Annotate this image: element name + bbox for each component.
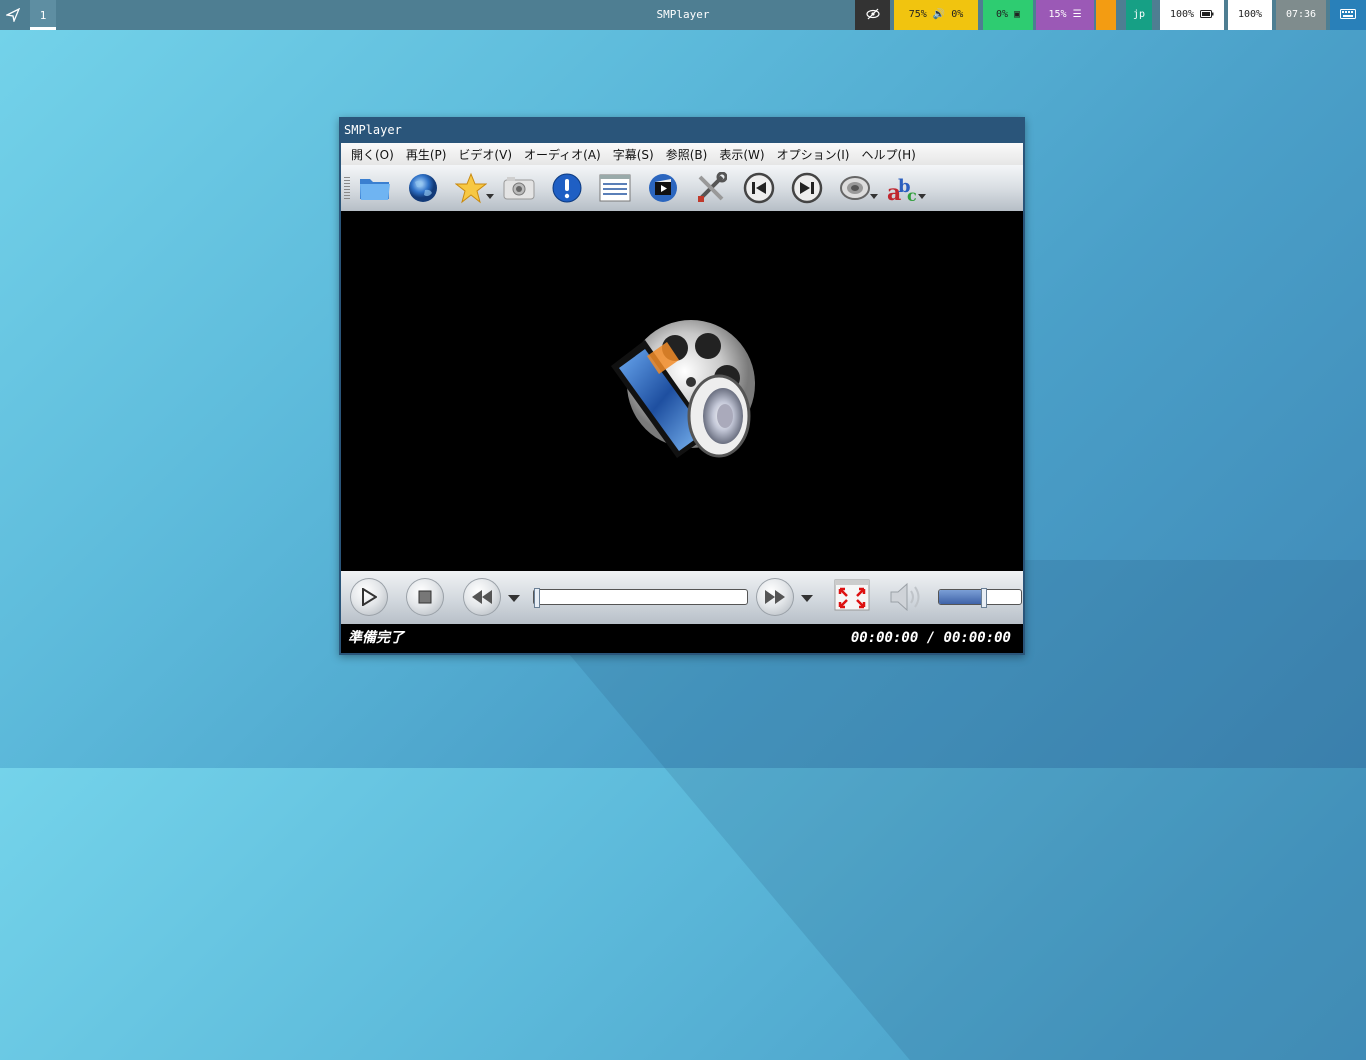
preferences-tools-icon[interactable]	[692, 169, 730, 207]
keyboard-icon	[1340, 9, 1356, 19]
forward-icon	[765, 590, 785, 604]
language-value: jp	[1132, 9, 1146, 20]
rewind-icon	[472, 590, 492, 604]
main-toolbar: a b c	[341, 165, 1023, 211]
menu-view[interactable]: 表示(W)	[719, 146, 764, 163]
battery-block[interactable]: 100%	[1160, 0, 1224, 30]
screenshot-camera-icon[interactable]	[500, 169, 538, 207]
workspace-label: 1	[39, 8, 47, 22]
menu-audio[interactable]: オーディオ(A)	[524, 146, 601, 163]
menu-open[interactable]: 開く(O)	[351, 146, 394, 163]
menu-bar: 開く(O) 再生(P) ビデオ(V) オーディオ(A) 字幕(S) 参照(B) …	[341, 143, 1023, 165]
menu-options[interactable]: オプション(I)	[777, 146, 850, 163]
volume-extra-value: 0%	[951, 9, 964, 20]
volume-handle[interactable]	[981, 588, 988, 608]
stop-button[interactable]	[406, 578, 444, 616]
top-panel: 1 SMPlayer 75% 🔊 0% 0% ▣ 15% ☰ jp 100% 1…	[0, 0, 1366, 30]
keyboard-block[interactable]	[1330, 0, 1366, 30]
open-folder-icon[interactable]	[356, 169, 394, 207]
playlist-icon[interactable]	[596, 169, 634, 207]
seek-handle[interactable]	[534, 588, 540, 608]
menu-play[interactable]: 再生(P)	[406, 146, 447, 163]
panel-window-title: SMPlayer	[656, 8, 710, 21]
clock-value: 07:36	[1285, 9, 1317, 20]
orange-block	[1096, 0, 1116, 30]
eye-off-icon	[865, 8, 880, 20]
previous-icon[interactable]	[740, 169, 778, 207]
forward-dropdown-arrow[interactable]	[801, 595, 813, 602]
privacy-block[interactable]	[855, 0, 890, 30]
info-icon[interactable]	[548, 169, 586, 207]
mplayer-log-icon[interactable]	[644, 169, 682, 207]
subtitles-abc-icon[interactable]: a b c	[884, 169, 926, 207]
svg-text:c: c	[907, 186, 917, 204]
subtitles-dropdown-arrow[interactable]	[918, 194, 926, 199]
workspace-button[interactable]: 1	[30, 0, 56, 30]
rewind-button[interactable]	[463, 578, 501, 616]
seek-bar[interactable]	[533, 588, 748, 608]
menu-subtitles[interactable]: 字幕(S)	[613, 146, 654, 163]
time-display: 00:00:00 / 00:00:00	[850, 630, 1011, 646]
audio-track-dropdown-arrow[interactable]	[870, 194, 878, 199]
forward-button[interactable]	[756, 578, 794, 616]
play-icon	[362, 588, 377, 606]
battery-icon	[1200, 10, 1214, 18]
volume-slider[interactable]	[938, 588, 1022, 608]
smplayer-window: SMPlayer 開く(O) 再生(P) ビデオ(V) オーディオ(A) 字幕(…	[339, 117, 1025, 655]
fullscreen-button[interactable]	[834, 579, 870, 611]
clock-block[interactable]: 07:36	[1276, 0, 1326, 30]
open-url-globe-icon[interactable]	[404, 169, 442, 207]
audio-track-icon[interactable]	[836, 169, 878, 207]
brightness-value: 100%	[1237, 9, 1263, 20]
speaker-icon: 🔊	[932, 9, 946, 20]
battery-value: 100%	[1169, 9, 1195, 20]
smplayer-logo-icon	[611, 320, 755, 458]
cpu-value: 0%	[995, 9, 1008, 20]
launcher-icon[interactable]	[0, 0, 26, 30]
menu-lines-icon: ☰	[1072, 9, 1082, 20]
favorites-star-icon[interactable]	[452, 169, 494, 207]
speaker-icon	[890, 582, 920, 612]
mute-button[interactable]	[887, 579, 923, 615]
toolbar-grip[interactable]	[344, 177, 350, 199]
volume-block[interactable]: 75% 🔊 0%	[894, 0, 978, 30]
next-icon[interactable]	[788, 169, 826, 207]
brightness-block[interactable]: 100%	[1228, 0, 1272, 30]
video-area[interactable]	[341, 211, 1023, 571]
rewind-dropdown-arrow[interactable]	[508, 595, 520, 602]
window-titlebar[interactable]: SMPlayer	[339, 117, 1025, 143]
language-block[interactable]: jp	[1126, 0, 1152, 30]
menu-browse[interactable]: 参照(B)	[666, 146, 708, 163]
control-bar	[341, 571, 1023, 624]
cpu-block[interactable]: 0% ▣	[983, 0, 1033, 30]
fullscreen-icon	[834, 579, 870, 611]
chip-icon: ▣	[1014, 9, 1021, 20]
status-text: 準備完了	[348, 630, 404, 646]
volume-value: 75%	[908, 9, 927, 20]
stop-icon	[418, 590, 432, 604]
menu-video[interactable]: ビデオ(V)	[458, 146, 512, 163]
volume-fill	[939, 590, 985, 604]
memory-value: 15%	[1048, 9, 1067, 20]
status-bar: 準備完了 00:00:00 / 00:00:00	[341, 624, 1023, 653]
play-button[interactable]	[350, 578, 388, 616]
favorites-dropdown-arrow[interactable]	[486, 194, 494, 199]
memory-block[interactable]: 15% ☰	[1036, 0, 1094, 30]
menu-help[interactable]: ヘルプ(H)	[861, 146, 915, 163]
